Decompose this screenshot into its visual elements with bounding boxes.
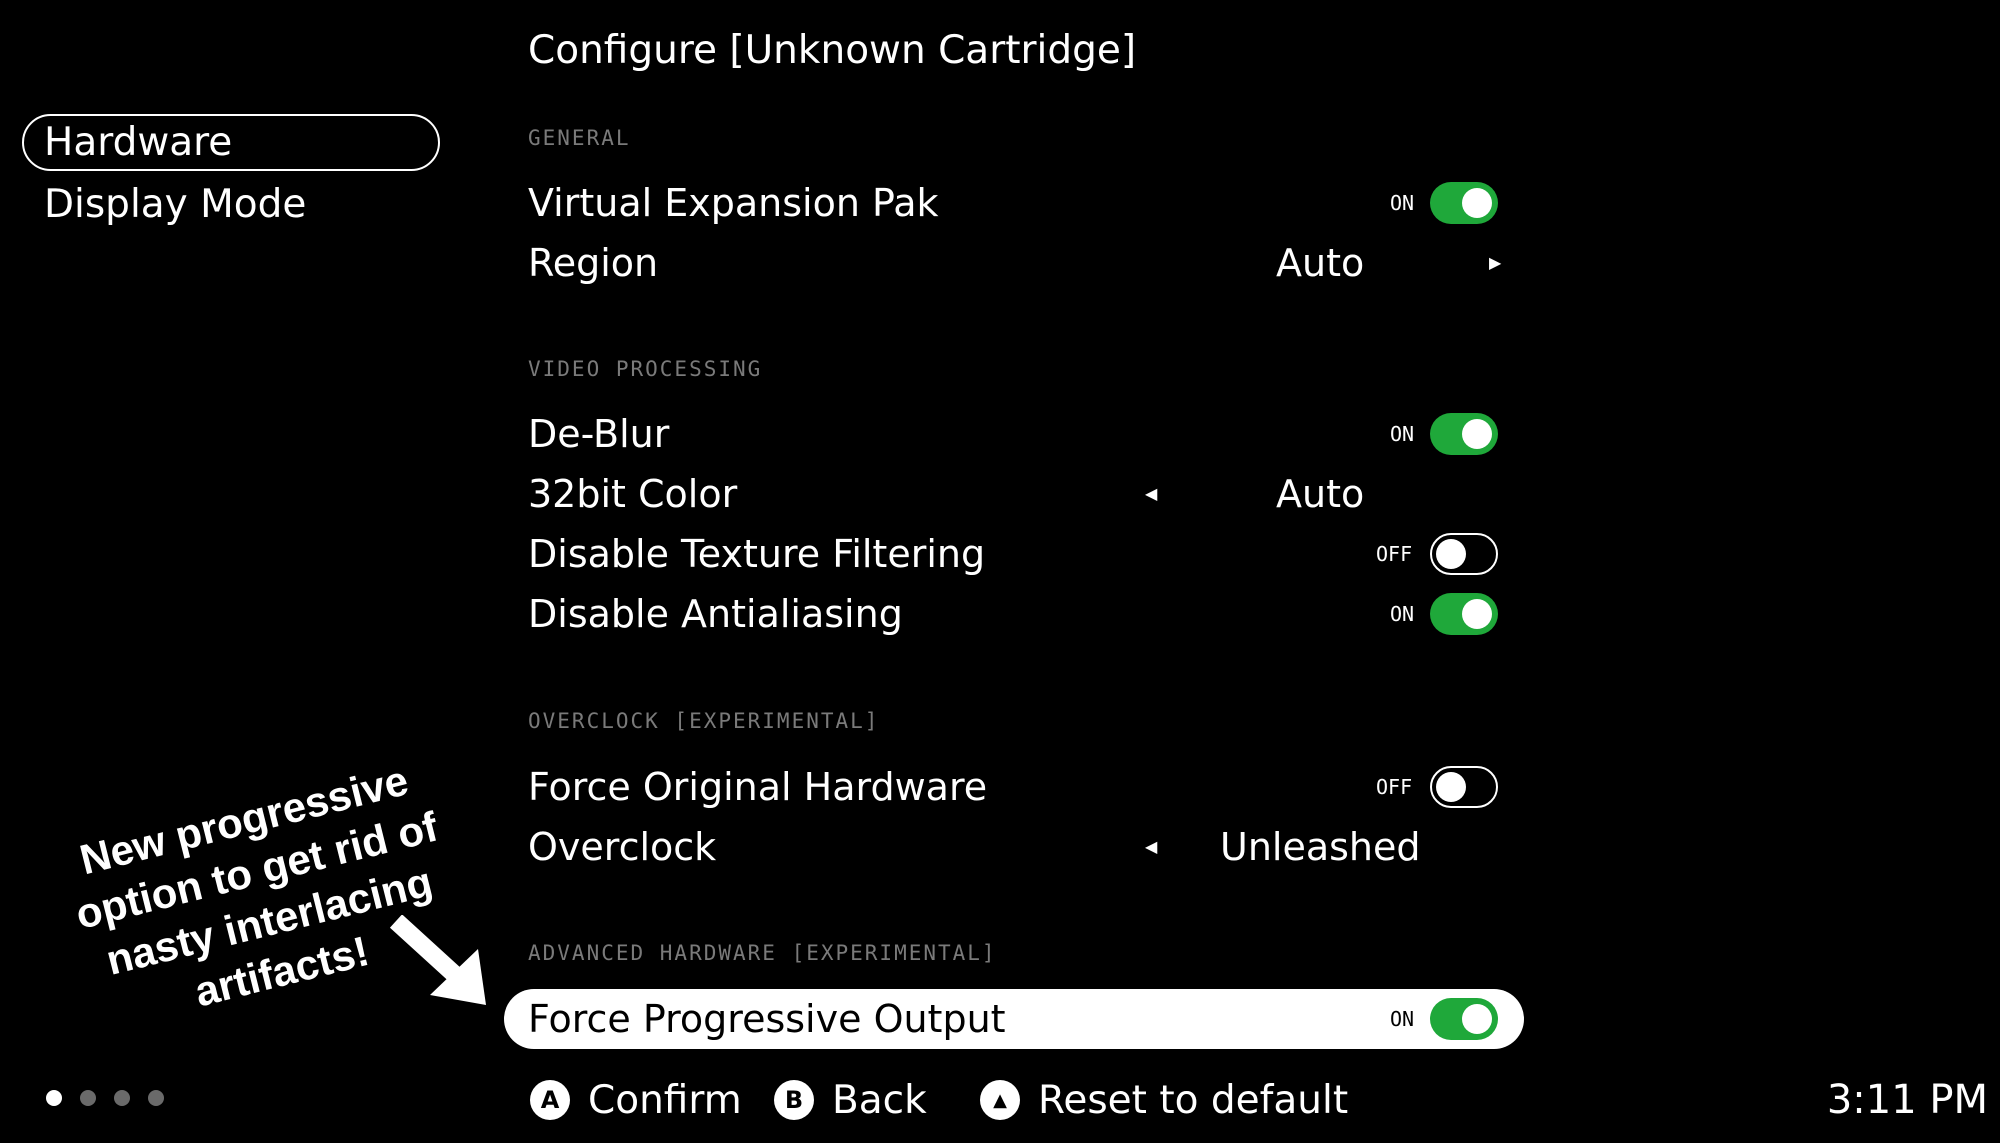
setting-label: Disable Texture Filtering [528, 532, 986, 576]
button-b-icon: B [774, 1080, 814, 1120]
toggle-switch[interactable] [1430, 182, 1498, 224]
clock: 3:11 PM [1826, 1077, 1988, 1123]
page-dot [80, 1090, 96, 1106]
reset-to-default-button[interactable]: ▲ Reset to default [980, 1070, 1348, 1130]
setting-de-blur[interactable]: De-Blur ON [504, 404, 1524, 464]
annotation-arrow-icon [390, 915, 486, 1005]
setting-value: Auto [1276, 241, 1365, 285]
toggle-state-text: OFF [1376, 542, 1413, 566]
toggle-state-text: ON [1390, 191, 1415, 215]
toggle-switch[interactable] [1430, 998, 1498, 1040]
toggle-knob [1462, 1004, 1492, 1034]
page-dot [46, 1090, 62, 1106]
setting-value: Auto [1276, 472, 1365, 516]
page-title: Configure [Unknown Cartridge] [528, 28, 1137, 73]
sidebar-item-display-mode[interactable]: Display Mode [22, 176, 440, 233]
page-indicator [46, 1090, 164, 1106]
back-label: Back [832, 1077, 927, 1123]
setting-label: Virtual Expansion Pak [528, 181, 939, 225]
setting-label: Force Original Hardware [528, 765, 988, 809]
section-heading-general: GENERAL [528, 126, 631, 150]
arrow-left-icon[interactable]: ◀ [1145, 464, 1157, 524]
toggle-knob [1436, 539, 1466, 569]
toggle-state-text: ON [1390, 602, 1415, 626]
arrow-left-icon[interactable]: ◀ [1145, 817, 1157, 877]
reset-label: Reset to default [1038, 1077, 1349, 1123]
toggle-switch[interactable] [1430, 593, 1498, 635]
setting-force-progressive-output[interactable]: Force Progressive Output ON [504, 989, 1524, 1049]
setting-label: Force Progressive Output [528, 997, 1006, 1041]
setting-label: De-Blur [528, 412, 670, 456]
button-triangle-icon: ▲ [980, 1080, 1020, 1120]
section-heading-overclock: OVERCLOCK [EXPERIMENTAL] [528, 709, 880, 733]
page-dot [114, 1090, 130, 1106]
section-heading-advanced-hardware: ADVANCED HARDWARE [EXPERIMENTAL] [528, 941, 997, 965]
toggle-state-text: ON [1390, 422, 1415, 446]
arrow-right-icon[interactable]: ▶ [1489, 233, 1501, 293]
toggle-state-text: OFF [1376, 775, 1413, 799]
setting-virtual-expansion-pak[interactable]: Virtual Expansion Pak ON [504, 173, 1524, 233]
setting-disable-texture-filtering[interactable]: Disable Texture Filtering OFF [504, 524, 1524, 584]
confirm-button[interactable]: A Confirm [530, 1070, 742, 1130]
setting-label: Region [528, 241, 659, 285]
setting-disable-antialiasing[interactable]: Disable Antialiasing ON [504, 584, 1524, 644]
sidebar-item-hardware[interactable]: Hardware [22, 114, 440, 171]
back-button[interactable]: B Back [774, 1070, 927, 1130]
toggle-switch[interactable] [1430, 413, 1498, 455]
annotation-callout: New progressive option to get rid of nas… [10, 700, 510, 1015]
section-heading-video-processing: VIDEO PROCESSING [528, 357, 763, 381]
toggle-switch[interactable] [1430, 533, 1498, 575]
setting-label: Disable Antialiasing [528, 592, 903, 636]
toggle-knob [1462, 599, 1492, 629]
setting-region[interactable]: Region Auto ▶ [504, 233, 1524, 293]
toggle-knob [1462, 419, 1492, 449]
toggle-switch[interactable] [1430, 766, 1498, 808]
page-dot [148, 1090, 164, 1106]
confirm-label: Confirm [588, 1077, 742, 1123]
toggle-knob [1462, 188, 1492, 218]
toggle-state-text: ON [1390, 1007, 1415, 1031]
setting-force-original-hardware[interactable]: Force Original Hardware OFF [504, 757, 1524, 817]
setting-value: Unleashed [1220, 825, 1421, 869]
setting-overclock[interactable]: Overclock ◀ Unleashed [504, 817, 1524, 877]
setting-label: Overclock [528, 825, 717, 869]
toggle-knob [1436, 772, 1466, 802]
setting-32bit-color[interactable]: 32bit Color ◀ Auto [504, 464, 1524, 524]
setting-label: 32bit Color [528, 472, 738, 516]
button-a-icon: A [530, 1080, 570, 1120]
